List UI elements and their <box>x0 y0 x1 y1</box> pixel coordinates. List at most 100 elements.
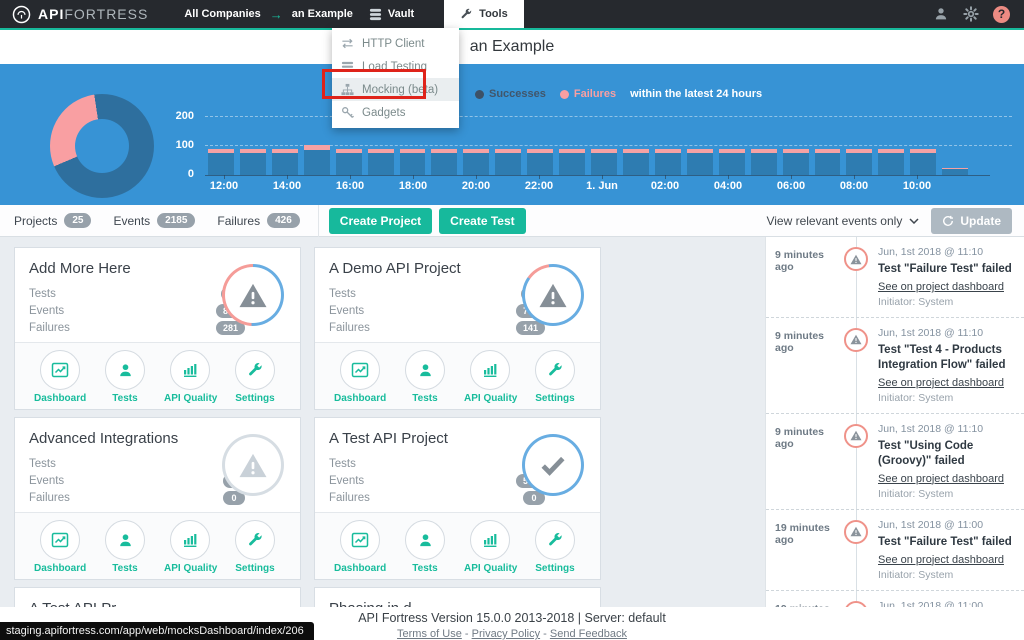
api-quality-icon <box>470 520 510 560</box>
stacked-bars <box>208 129 968 175</box>
event-item: 9 minutes ago Jun, 1st 2018 @ 11:10 Test… <box>766 237 1024 318</box>
user-icon[interactable] <box>933 6 949 22</box>
project-card: Advanced Integrations Tests3 Events0 Fai… <box>14 417 301 580</box>
tests-button[interactable]: Tests <box>99 520 151 579</box>
chart-legend: Successes Failures within the latest 24 … <box>475 88 762 100</box>
see-on-dashboard-link[interactable]: See on project dashboard <box>878 377 1004 389</box>
project-actions: DashboardTestsAPI QualitySettings <box>15 342 300 409</box>
event-item: 19 minutes ago Jun, 1st 2018 @ 11:00 Tes… <box>766 591 1024 607</box>
brand-text: APIFORTRESS <box>38 6 148 22</box>
project-card: A Test API Project Tests2 Events537 Fail… <box>314 417 601 580</box>
toolbar-divider <box>318 205 319 237</box>
summary-stats: Projects25 Events2185 Failures426 <box>0 213 318 228</box>
bar <box>655 149 681 175</box>
nav-item-tools[interactable]: Tools <box>444 0 524 28</box>
status-bar-url: staging.apifortress.com/app/web/mocksDas… <box>0 622 314 640</box>
settings-icon <box>535 520 575 560</box>
bar <box>846 149 872 175</box>
menu-item-mocking-beta[interactable]: Mocking (beta) <box>332 78 459 101</box>
tests-button[interactable]: Tests <box>399 520 451 579</box>
dashboard-button[interactable]: Dashboard <box>34 520 86 579</box>
tests-button[interactable]: Tests <box>399 350 451 409</box>
y-axis-tick: 0 <box>158 168 194 180</box>
events-count-badge: 2185 <box>157 213 195 228</box>
bar <box>431 149 457 175</box>
api-quality-button[interactable]: API Quality <box>164 350 216 409</box>
create-project-button[interactable]: Create Project <box>329 208 432 234</box>
nav-item-vault[interactable]: Vault <box>357 0 426 28</box>
api-quality-icon <box>170 350 210 390</box>
chevron-down-icon <box>909 218 919 224</box>
breadcrumb: All Companies → an Example <box>184 0 353 28</box>
apifortress-logo-icon <box>12 5 31 24</box>
bar <box>272 149 298 175</box>
bar <box>623 149 649 175</box>
dashboard-icon <box>40 520 80 560</box>
bar <box>783 149 809 175</box>
terms-of-use-link[interactable]: Terms of Use <box>397 628 462 640</box>
bar <box>463 149 489 175</box>
create-test-button[interactable]: Create Test <box>439 208 525 234</box>
event-warning-icon <box>844 520 868 544</box>
bar <box>942 168 968 175</box>
event-item: 9 minutes ago Jun, 1st 2018 @ 11:10 Test… <box>766 414 1024 510</box>
api-quality-button[interactable]: API Quality <box>164 520 216 579</box>
bar <box>336 149 362 175</box>
help-icon[interactable]: ? <box>993 6 1010 23</box>
dashboard-icon <box>340 520 380 560</box>
bar <box>815 149 841 175</box>
event-warning-icon <box>844 247 868 271</box>
bar <box>240 149 266 175</box>
gear-icon[interactable] <box>963 6 979 22</box>
bar <box>368 149 394 175</box>
update-button[interactable]: Update <box>931 208 1012 234</box>
api-quality-icon <box>170 520 210 560</box>
accent-divider <box>0 28 1024 30</box>
menu-item-gadgets[interactable]: Gadgets <box>332 101 459 124</box>
breadcrumb-company[interactable]: All Companies <box>184 8 260 20</box>
tests-icon <box>405 520 445 560</box>
event-warning-icon <box>844 424 868 448</box>
api-quality-button[interactable]: API Quality <box>464 520 516 579</box>
project-card: Add More Here Tests10 Events844 Failures… <box>14 247 301 410</box>
see-on-dashboard-link[interactable]: See on project dashboard <box>878 554 1004 566</box>
privacy-policy-link[interactable]: Privacy Policy <box>472 628 540 640</box>
tests-button[interactable]: Tests <box>99 350 151 409</box>
x-axis-line <box>205 175 990 176</box>
send-feedback-link[interactable]: Send Feedback <box>550 628 627 640</box>
dashboard-button[interactable]: Dashboard <box>334 350 386 409</box>
menu-item-load-testing[interactable]: Load Testing <box>332 55 459 78</box>
menu-item-http-client[interactable]: HTTP Client <box>332 32 459 55</box>
project-card-partial: Phasing in d… <box>314 587 601 607</box>
donut-hole <box>75 119 129 173</box>
top-navbar: APIFORTRESS All Companies → an Example V… <box>0 0 1024 28</box>
bar <box>527 149 553 175</box>
settings-button[interactable]: Settings <box>229 350 281 409</box>
brand-logo[interactable]: APIFORTRESS <box>0 0 160 28</box>
settings-button[interactable]: Settings <box>529 520 581 579</box>
wrench-icon <box>460 8 473 21</box>
api-quality-icon <box>470 350 510 390</box>
project-card: A Demo API Project Tests12 Events745 Fai… <box>314 247 601 410</box>
settings-icon <box>535 350 575 390</box>
event-item: 19 minutes ago Jun, 1st 2018 @ 11:00 Tes… <box>766 510 1024 591</box>
settings-button[interactable]: Settings <box>229 520 281 579</box>
settings-button[interactable]: Settings <box>529 350 581 409</box>
see-on-dashboard-link[interactable]: See on project dashboard <box>878 473 1004 485</box>
bar <box>304 145 330 175</box>
bar <box>208 149 234 175</box>
tests-icon <box>105 350 145 390</box>
api-quality-button[interactable]: API Quality <box>464 350 516 409</box>
breadcrumb-project[interactable]: an Example <box>292 8 353 20</box>
toolbar: Projects25 Events2185 Failures426 Create… <box>0 205 1024 237</box>
event-item: 9 minutes ago Jun, 1st 2018 @ 11:10 Test… <box>766 318 1024 414</box>
dashboard-button[interactable]: Dashboard <box>34 350 86 409</box>
refresh-icon <box>942 215 954 227</box>
events-filter-dropdown[interactable]: View relevant events only <box>766 214 919 228</box>
settings-icon <box>235 350 275 390</box>
bar <box>719 149 745 175</box>
see-on-dashboard-link[interactable]: See on project dashboard <box>878 281 1004 293</box>
dashboard-button[interactable]: Dashboard <box>334 520 386 579</box>
breadcrumb-arrow-icon: → <box>270 8 283 21</box>
bar <box>751 149 777 175</box>
